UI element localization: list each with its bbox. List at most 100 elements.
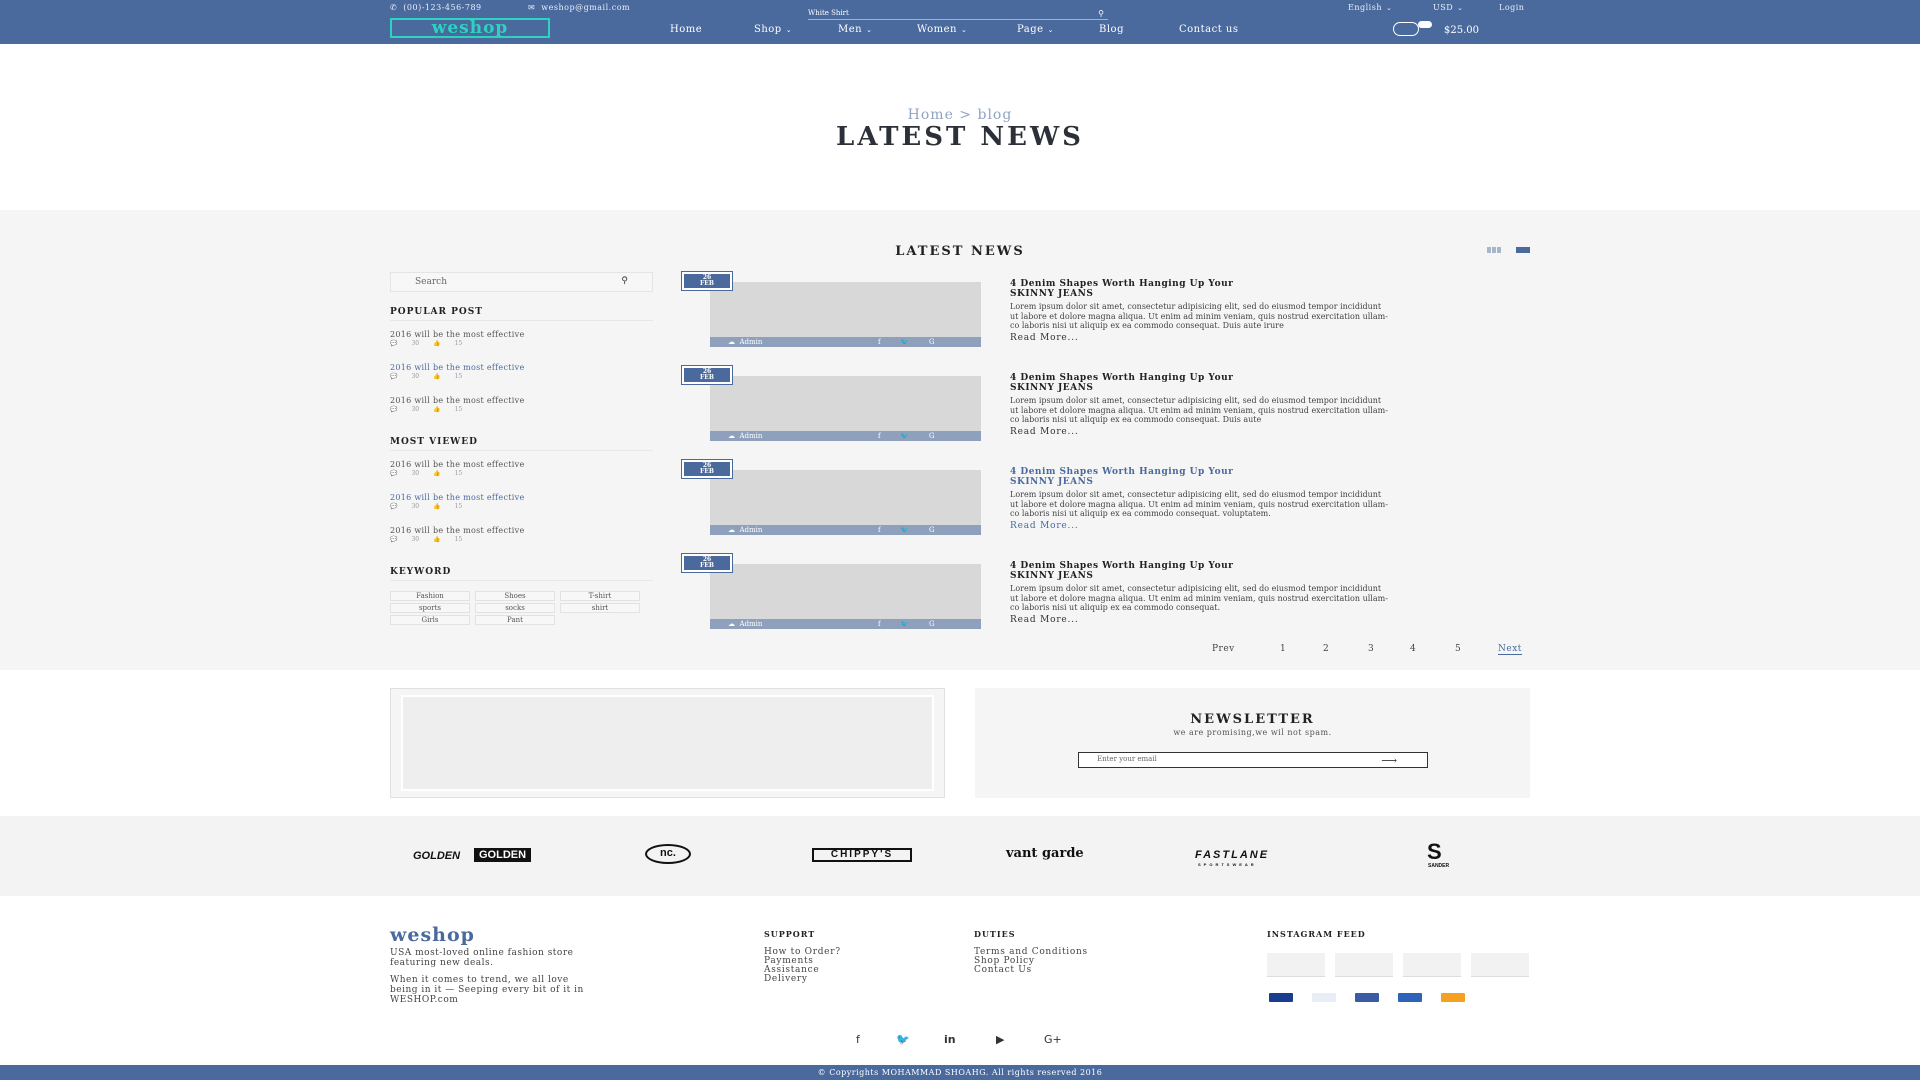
linkedin-icon[interactable]: in	[944, 1033, 956, 1046]
page-link[interactable]: 1	[1280, 644, 1286, 654]
brand-logo[interactable]: S	[1427, 841, 1442, 863]
google-icon[interactable]: G	[929, 338, 935, 346]
instagram-thumb[interactable]	[1335, 953, 1393, 977]
instagram-thumb[interactable]	[1267, 953, 1325, 977]
grid-view-icon[interactable]	[1487, 247, 1501, 253]
facebook-icon[interactable]: f	[878, 620, 881, 628]
popular-post-link[interactable]: 2016 will be the most effective	[390, 330, 524, 339]
nav-contact[interactable]: Contact us	[1179, 24, 1238, 35]
nav-men[interactable]: Men ⌄	[838, 24, 872, 35]
post-title[interactable]: 4 Denim Shapes Worth Hanging Up Your SKIN…	[1010, 279, 1410, 299]
keyword-tag[interactable]: Fashion	[390, 591, 470, 601]
keyword-tag[interactable]: socks	[475, 603, 555, 613]
brand-logo[interactable]: vant garde	[1006, 846, 1084, 861]
keyword-tag[interactable]: sports	[390, 603, 470, 613]
popular-post-heading: POPULAR POST	[390, 307, 483, 317]
twitter-icon[interactable]: 🐦	[896, 1033, 910, 1046]
facebook-icon[interactable]: f	[878, 526, 881, 534]
cart-icon[interactable]	[1393, 22, 1419, 36]
login-link[interactable]: Login	[1499, 3, 1524, 12]
author[interactable]: ☁ Admin	[728, 432, 762, 440]
nav-blog[interactable]: Blog	[1099, 24, 1124, 35]
post-title[interactable]: 4 Denim Shapes Worth Hanging Up Your SKIN…	[1010, 467, 1410, 487]
author[interactable]: ☁ Admin	[728, 338, 762, 346]
nav-page[interactable]: Page ⌄	[1017, 24, 1054, 35]
comment-count: 30	[411, 340, 420, 347]
newsletter-email-input[interactable]: Enter your email ⟶	[1078, 752, 1428, 768]
read-more-link[interactable]: Read More...	[1010, 427, 1079, 437]
nav-home[interactable]: Home	[670, 24, 702, 35]
list-view-icon[interactable]	[1516, 247, 1530, 253]
top-search-input[interactable]: White Shirt ⚲	[808, 9, 1108, 20]
post-excerpt: Lorem ipsum dolor sit amet, consectetur …	[1010, 396, 1530, 425]
facebook-icon[interactable]: f	[878, 432, 881, 440]
keyword-tag[interactable]: Pant	[475, 615, 555, 625]
facebook-icon[interactable]: f	[856, 1033, 860, 1046]
google-icon[interactable]: G	[929, 526, 935, 534]
brand-logo[interactable]: nc.	[645, 844, 691, 864]
author[interactable]: ☁ Admin	[728, 526, 762, 534]
page-link[interactable]: 3	[1368, 644, 1374, 654]
next-page-link[interactable]: Next	[1498, 644, 1522, 655]
promo-banner[interactable]	[390, 688, 945, 798]
footer-logo[interactable]: weshop	[390, 924, 475, 946]
prev-page-link[interactable]: Prev	[1212, 644, 1235, 654]
discover-icon	[1441, 993, 1465, 1002]
keyword-tag[interactable]: shirt	[560, 603, 640, 613]
date-badge: 26 FEB	[681, 553, 733, 573]
language-select[interactable]: English ⌄	[1348, 3, 1392, 12]
brand-logo[interactable]: GOLDEN	[413, 850, 460, 862]
popular-post-link[interactable]: 2016 will be the most effective	[390, 396, 524, 405]
arrow-right-icon[interactable]: ⟶	[1381, 754, 1397, 767]
brand-logo[interactable]: GOLDEN	[474, 848, 532, 862]
search-icon[interactable]: ⚲	[1098, 9, 1104, 18]
read-more-link[interactable]: Read More...	[1010, 615, 1079, 625]
google-icon[interactable]: G	[929, 432, 935, 440]
footer-link[interactable]: Delivery	[764, 974, 808, 984]
read-more-link[interactable]: Read More...	[1010, 333, 1079, 343]
email-text[interactable]: weshop@gmail.com	[541, 3, 630, 12]
youtube-icon[interactable]: ▶	[996, 1033, 1004, 1046]
search-icon[interactable]: ⚲	[621, 276, 628, 286]
like-count: 15	[454, 340, 463, 347]
cart-price[interactable]: $25.00	[1444, 25, 1479, 36]
footer-link[interactable]: Contact Us	[974, 965, 1032, 975]
google-plus-icon[interactable]: G+	[1044, 1033, 1062, 1046]
most-viewed-link[interactable]: 2016 will be the most effective	[390, 526, 524, 535]
keyword-tag[interactable]: Shoes	[475, 591, 555, 601]
facebook-icon[interactable]: f	[878, 338, 881, 346]
twitter-icon[interactable]: 🐦	[900, 338, 909, 346]
nav-shop[interactable]: Shop ⌄	[754, 24, 792, 35]
page-link[interactable]: 5	[1455, 644, 1461, 654]
post-meta: 💬 30 👍 15	[390, 406, 476, 413]
excerpt-line: ut labore et dolore magna aliqua. Ut eni…	[1010, 593, 1388, 603]
about-line: being in it — Seeping every bit of it in	[390, 985, 584, 995]
currency-select[interactable]: USD ⌄	[1433, 3, 1464, 12]
excerpt-line: ut labore et dolore magna aliqua. Ut eni…	[1010, 405, 1388, 415]
popular-post-link[interactable]: 2016 will be the most effective	[390, 363, 524, 372]
keyword-tag[interactable]: T-shirt	[560, 591, 640, 601]
nav-women[interactable]: Women ⌄	[917, 24, 967, 35]
post-bar: ☁ Admin f 🐦 G	[710, 619, 981, 629]
instagram-thumb[interactable]	[1471, 953, 1529, 977]
keyword-tag[interactable]: Girls	[390, 615, 470, 625]
post-title[interactable]: 4 Denim Shapes Worth Hanging Up Your SKIN…	[1010, 561, 1410, 581]
breadcrumb[interactable]: Home > blog	[0, 107, 1920, 123]
instagram-thumb[interactable]	[1403, 953, 1461, 977]
most-viewed-link[interactable]: 2016 will be the most effective	[390, 493, 524, 502]
google-icon[interactable]: G	[929, 620, 935, 628]
brand-logo[interactable]: FASTLANE	[1195, 849, 1269, 861]
brand-logo[interactable]: CHIPPY'S	[812, 848, 912, 862]
page-link[interactable]: 4	[1410, 644, 1416, 654]
author[interactable]: ☁ Admin	[728, 620, 762, 628]
excerpt-line: ut labore et dolore magna aliqua. Ut eni…	[1010, 311, 1388, 321]
sidebar-search-input[interactable]: Search ⚲	[390, 272, 653, 292]
twitter-icon[interactable]: 🐦	[900, 432, 909, 440]
logo[interactable]: weshop	[390, 18, 550, 38]
post-title[interactable]: 4 Denim Shapes Worth Hanging Up Your SKIN…	[1010, 373, 1410, 393]
page-link[interactable]: 2	[1323, 644, 1329, 654]
twitter-icon[interactable]: 🐦	[900, 526, 909, 534]
twitter-icon[interactable]: 🐦	[900, 620, 909, 628]
read-more-link[interactable]: Read More...	[1010, 521, 1079, 531]
most-viewed-link[interactable]: 2016 will be the most effective	[390, 460, 524, 469]
